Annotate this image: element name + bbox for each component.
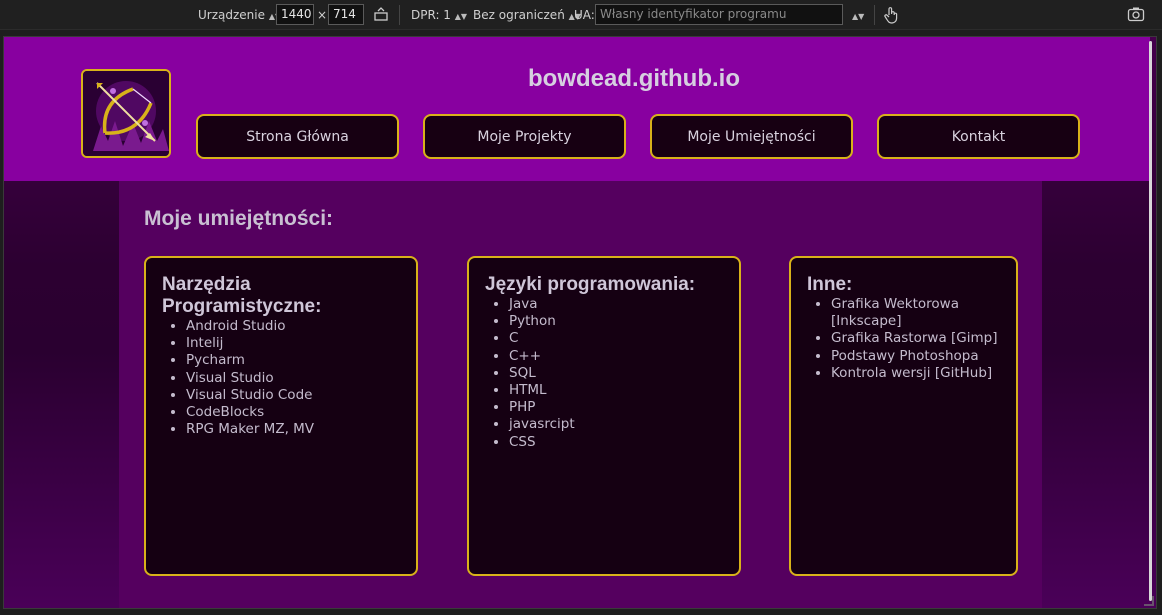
nav-contact-button[interactable]: Kontakt (877, 114, 1080, 159)
nav-projects-button[interactable]: Moje Projekty (423, 114, 626, 159)
list-item: PHP (509, 399, 723, 416)
list-item: Pycharm (186, 352, 400, 369)
list-item: Kontrola wersji [GitHub] (831, 365, 1000, 382)
skill-list: Android Studio Intelij Pycharm Visual St… (162, 318, 400, 438)
site-title: bowdead.github.io (528, 65, 740, 92)
devtools-device-toolbar: Urządzenie ▲▼ 1440 × 714 DPR: 1 ▲▼ Bez o… (0, 0, 1162, 30)
nav-skills-button[interactable]: Moje Umiejętności (650, 114, 853, 159)
list-item: C (509, 330, 723, 347)
list-item: C++ (509, 348, 723, 365)
divider (874, 5, 875, 25)
ua-label: UA: (574, 8, 595, 22)
card-title: Języki programowania: (485, 274, 696, 295)
ua-input[interactable]: Własny identyfikator programu (595, 4, 843, 25)
device-select-label: Urządzenie (198, 8, 265, 22)
rotate-icon[interactable] (373, 6, 389, 24)
throttle-select-label: Bez ograniczeń (473, 8, 565, 22)
list-item: Podstawy Photoshopa (831, 348, 1000, 365)
skill-card-tools: Narzędzia Programistyczne: Android Studi… (144, 256, 418, 576)
card-title: Narzędzia Programistyczne: (162, 274, 322, 317)
skill-card-languages: Języki programowania: Java Python C C++ … (467, 256, 741, 576)
list-item: Grafika Wektorowa [Inkscape] (831, 296, 1000, 330)
site-header: bowdead.github.io Strona Główna Moje Pro… (4, 37, 1150, 181)
list-item: Grafika Rastorwa [Gimp] (831, 330, 1000, 347)
height-input[interactable]: 714 (328, 4, 364, 25)
site-logo[interactable] (81, 69, 171, 158)
device-select[interactable]: Urządzenie ▲▼ (198, 6, 281, 24)
throttle-select[interactable]: Bez ograniczeń ▲▼ (473, 6, 581, 24)
skill-list: Java Python C C++ SQL HTML PHP javasrcip… (485, 296, 723, 451)
list-item: CSS (509, 434, 723, 451)
screenshot-icon[interactable] (1127, 6, 1145, 24)
list-item: Python (509, 313, 723, 330)
list-item: javasrcipt (509, 416, 723, 433)
bow-logo-icon (83, 71, 169, 156)
section-heading: Moje umiejętności: (144, 207, 334, 230)
list-item: HTML (509, 382, 723, 399)
emulated-viewport: bowdead.github.io Strona Główna Moje Pro… (3, 36, 1157, 609)
skill-card-other: Inne: Grafika Wektorowa [Inkscape] Grafi… (789, 256, 1018, 576)
list-item: SQL (509, 365, 723, 382)
divider (399, 5, 400, 25)
card-title: Inne: (807, 274, 853, 295)
width-input[interactable]: 1440 (276, 4, 314, 25)
vertical-scrollbar[interactable] (1149, 41, 1152, 601)
updown-icon: ▲▼ (454, 12, 468, 21)
list-item: Intelij (186, 335, 400, 352)
times-sign: × (317, 8, 328, 22)
touch-icon[interactable] (883, 6, 899, 24)
list-item: Java (509, 296, 723, 313)
list-item: Visual Studio (186, 370, 400, 387)
nav-home-button[interactable]: Strona Główna (196, 114, 399, 159)
skills-section: Moje umiejętności: Narzędzia Programisty… (119, 181, 1042, 608)
list-item: Android Studio (186, 318, 400, 335)
skill-list: Grafika Wektorowa [Inkscape] Grafika Ras… (807, 296, 1000, 382)
list-item: RPG Maker MZ, MV (186, 421, 400, 438)
resize-handle-icon[interactable] (1144, 596, 1154, 606)
list-item: CodeBlocks (186, 404, 400, 421)
dpr-select-label: DPR: 1 (411, 8, 451, 22)
ua-select-arrows[interactable]: ▲▼ (852, 6, 864, 24)
updown-icon: ▲▼ (852, 12, 865, 21)
list-item: Visual Studio Code (186, 387, 400, 404)
dpr-select[interactable]: DPR: 1 ▲▼ (411, 6, 467, 24)
